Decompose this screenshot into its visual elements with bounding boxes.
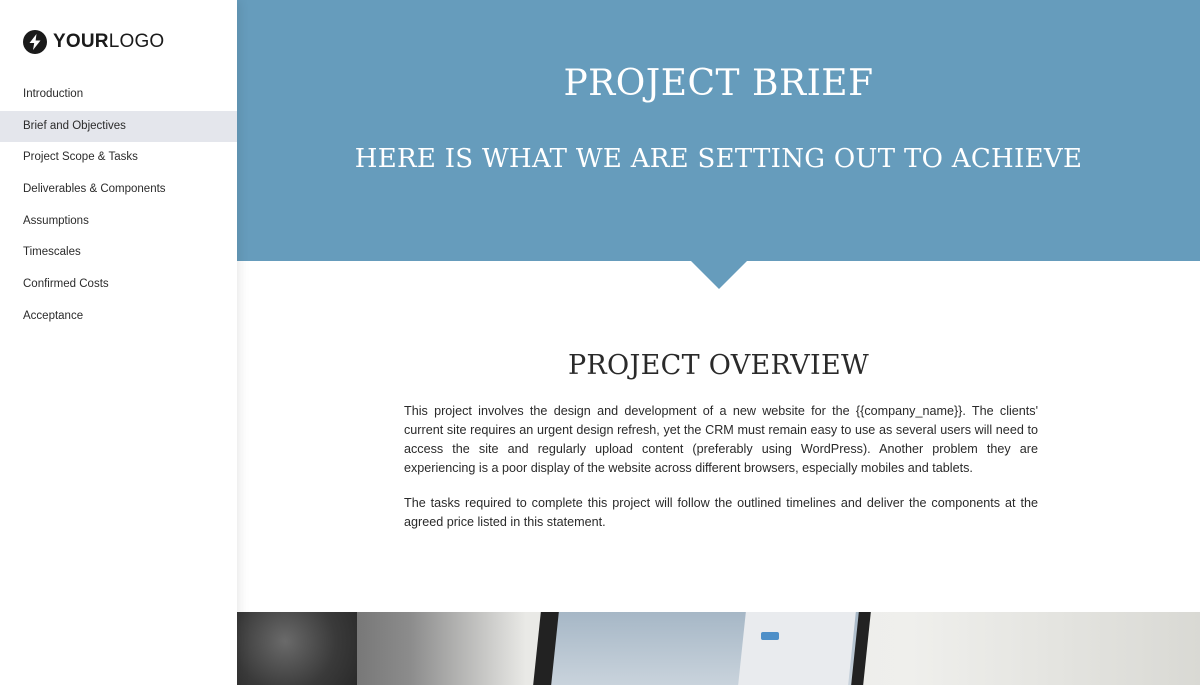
sidebar-item-assumptions[interactable]: Assumptions (0, 206, 237, 238)
logo-text-light: LOGO (108, 31, 165, 52)
hero-title: PROJECT BRIEF (563, 63, 874, 104)
monitor-photo (237, 612, 1200, 685)
logo-text: YOURLOGO (53, 30, 164, 54)
logo-text-bold: YOUR (53, 31, 109, 52)
hero-subtitle: HERE IS WHAT WE ARE SETTING OUT TO ACHIE… (354, 144, 1083, 174)
sidebar-item-introduction[interactable]: Introduction (0, 79, 237, 111)
section-title: PROJECT OVERVIEW (567, 350, 870, 381)
hero-banner: PROJECT BRIEF HERE IS WHAT WE ARE SETTIN… (237, 0, 1200, 261)
overview-body: This project involves the design and dev… (404, 402, 1038, 548)
sidebar-item-acceptance[interactable]: Acceptance (0, 301, 237, 333)
screen-ui-button (761, 632, 779, 640)
sidebar-nav: Introduction Brief and Objectives Projec… (0, 79, 237, 333)
sidebar-item-project-scope-tasks[interactable]: Project Scope & Tasks (0, 142, 237, 174)
sidebar: YOURLOGO Introduction Brief and Objectiv… (0, 0, 237, 685)
logo[interactable]: YOURLOGO (23, 30, 164, 54)
overview-paragraph: The tasks required to complete this proj… (404, 496, 1038, 529)
hero-pointer-arrow (691, 261, 747, 289)
page: YOURLOGO Introduction Brief and Objectiv… (0, 0, 1200, 685)
sidebar-item-timescales[interactable]: Timescales (0, 237, 237, 269)
main-content: PROJECT BRIEF HERE IS WHAT WE ARE SETTIN… (237, 0, 1200, 685)
photo-background-shape (237, 612, 357, 685)
lightning-bolt-glyph (29, 34, 41, 50)
sidebar-item-brief-and-objectives[interactable]: Brief and Objectives (0, 110, 237, 143)
lightning-bolt-icon (23, 30, 47, 54)
overview-paragraph: This project involves the design and dev… (404, 404, 1038, 475)
sidebar-item-confirmed-costs[interactable]: Confirmed Costs (0, 269, 237, 301)
screen-ui-panel (738, 612, 856, 685)
sidebar-item-deliverables-components[interactable]: Deliverables & Components (0, 174, 237, 206)
